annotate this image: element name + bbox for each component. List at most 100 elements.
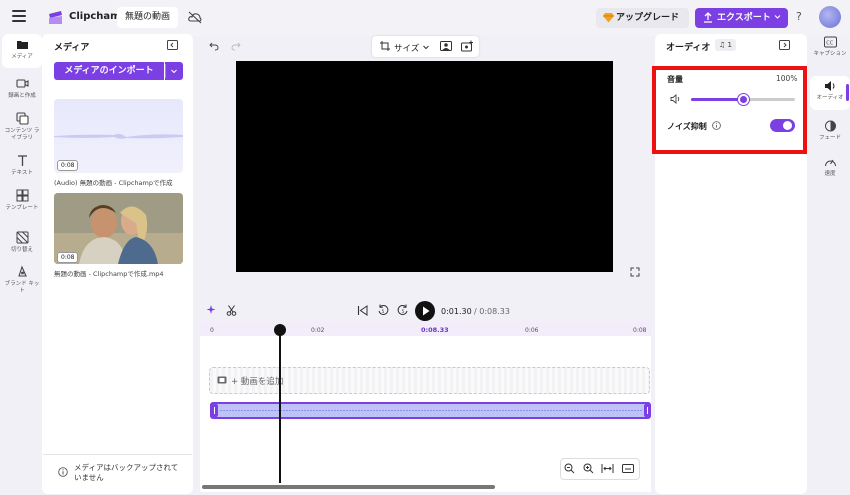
add-layer-icon[interactable] — [461, 40, 474, 52]
audio-asset-label: (Audio) 無題の動画 - Clipchampで作成 — [54, 179, 173, 187]
hamburger-menu-icon[interactable] — [12, 10, 26, 24]
fullscreen-icon[interactable] — [630, 267, 640, 277]
divider — [43, 454, 192, 455]
info-icon — [58, 467, 68, 477]
record-icon — [15, 77, 29, 90]
captions-track-icon[interactable] — [622, 463, 634, 474]
audio-track-count-badge: ♫ 1 — [715, 39, 736, 51]
volume-label: 音量 — [667, 75, 683, 84]
library-icon — [15, 112, 29, 125]
ruler-tick: 0:02 — [311, 327, 325, 334]
background-remove-icon[interactable] — [440, 40, 452, 51]
backup-notice: メディアはバックアップされていません — [74, 463, 179, 482]
import-dropdown-button[interactable] — [165, 62, 183, 80]
template-icon — [16, 189, 29, 202]
cloud-off-icon[interactable] — [188, 11, 202, 24]
brand-kit-icon — [16, 265, 29, 278]
rail-item-transitions[interactable]: 切り替え — [2, 231, 42, 254]
toggle-knob — [783, 121, 792, 130]
crop-icon[interactable] — [380, 41, 390, 51]
film-icon — [217, 376, 227, 384]
ruler-tick: 0:06 — [525, 327, 539, 334]
audio-count-value: 1 — [727, 41, 732, 49]
text-icon — [16, 154, 29, 167]
import-media-button[interactable]: メディアのインポート — [54, 62, 164, 80]
collapse-panel-icon[interactable] — [779, 40, 790, 50]
add-video-label[interactable]: + 動画を追加 — [231, 375, 283, 387]
active-indicator — [846, 84, 849, 101]
rail-label: コンテンツ ライブラリ — [4, 128, 40, 141]
zoom-out-icon[interactable] — [564, 463, 575, 474]
rail-label: テキスト — [11, 170, 33, 176]
ruler-tick: 0 — [210, 327, 214, 334]
rail-label: ブランド キット — [4, 281, 40, 294]
timeline-horizontal-scrollbar[interactable] — [202, 485, 495, 489]
svg-text:CC: CC — [826, 41, 833, 47]
rail-label: テンプレート — [5, 205, 39, 211]
play-button[interactable] — [415, 301, 435, 321]
rail-item-fade[interactable]: フェード — [810, 120, 850, 142]
rail-item-templates[interactable]: テンプレート — [2, 189, 42, 212]
chevron-down-icon[interactable] — [774, 14, 781, 20]
svg-text:5: 5 — [402, 309, 405, 315]
clip-trim-handle-right[interactable] — [644, 404, 651, 417]
sparkle-icon[interactable] — [206, 304, 217, 315]
rail-item-speed[interactable]: 速度 — [810, 156, 850, 178]
rail-label: オーディオ — [816, 95, 844, 101]
speed-icon — [824, 156, 837, 168]
rail-item-brand-kit[interactable]: ブランド キット — [2, 265, 42, 295]
rewind-5s-icon[interactable]: 5 — [377, 304, 389, 316]
rail-item-audio[interactable]: オーディオ — [810, 76, 850, 110]
volume-slider-fill — [691, 98, 743, 101]
scissors-icon[interactable] — [226, 305, 237, 316]
video-preview-canvas[interactable] — [236, 61, 613, 272]
rail-item-content-library[interactable]: コンテンツ ライブラリ — [2, 112, 42, 142]
clip-trim-handle-left[interactable] — [211, 404, 218, 417]
skip-to-start-icon[interactable] — [357, 305, 368, 316]
video-asset-label: 無題の動画 - Clipchampで作成.mp4 — [54, 270, 164, 278]
rail-item-record[interactable]: 録画と作成 — [2, 77, 42, 100]
avatar[interactable] — [819, 6, 841, 28]
zoom-in-icon[interactable] — [583, 463, 594, 474]
volume-slider-thumb[interactable] — [737, 94, 749, 105]
help-icon[interactable]: ? — [796, 10, 802, 23]
media-panel-title: メディア — [54, 43, 90, 53]
rail-label: 切り替え — [10, 247, 33, 253]
rail-label: メディア — [11, 54, 33, 60]
svg-text:5: 5 — [382, 309, 385, 315]
gem-icon — [603, 12, 614, 23]
clipchamp-logo — [47, 10, 64, 25]
captions-icon: CC — [823, 36, 837, 48]
ruler-tick: 0:08 — [633, 327, 647, 334]
rail-item-text[interactable]: テキスト — [2, 154, 42, 177]
folder-icon — [16, 38, 29, 51]
rail-label: フェード — [818, 135, 841, 141]
audio-clip[interactable] — [210, 402, 651, 419]
collapse-panel-icon[interactable] — [167, 40, 178, 50]
rail-label: キャプション — [813, 51, 847, 57]
current-time: 0:01.30 — [441, 307, 472, 316]
end-marker-time: 0:08.33 — [421, 326, 449, 334]
transition-icon — [16, 231, 29, 244]
noise-suppression-label: ノイズ抑制 — [667, 122, 707, 131]
rail-item-media[interactable]: メディア — [2, 34, 42, 68]
music-note-icon: ♫ — [719, 41, 726, 49]
project-title[interactable]: 無題の動画 — [117, 7, 179, 28]
playhead-line[interactable] — [279, 330, 281, 483]
speaker-icon — [824, 80, 837, 92]
rail-label: 速度 — [824, 171, 836, 177]
total-time: / 0:08.33 — [474, 307, 510, 316]
forward-5s-icon[interactable]: 5 — [397, 304, 409, 316]
fade-icon — [824, 120, 837, 132]
chevron-down-icon[interactable] — [423, 45, 429, 50]
rail-item-captions[interactable]: CC キャプション — [810, 36, 850, 58]
size-dropdown[interactable]: サイズ — [394, 42, 419, 54]
properties-title: オーディオ — [666, 43, 711, 53]
upload-icon — [703, 12, 713, 23]
volume-value: 100% — [776, 74, 798, 83]
undo-icon[interactable] — [209, 41, 219, 51]
playhead-handle[interactable] — [274, 324, 286, 336]
info-icon[interactable] — [712, 121, 721, 130]
redo-icon[interactable] — [231, 41, 241, 51]
fit-to-timeline-icon[interactable] — [601, 463, 614, 474]
